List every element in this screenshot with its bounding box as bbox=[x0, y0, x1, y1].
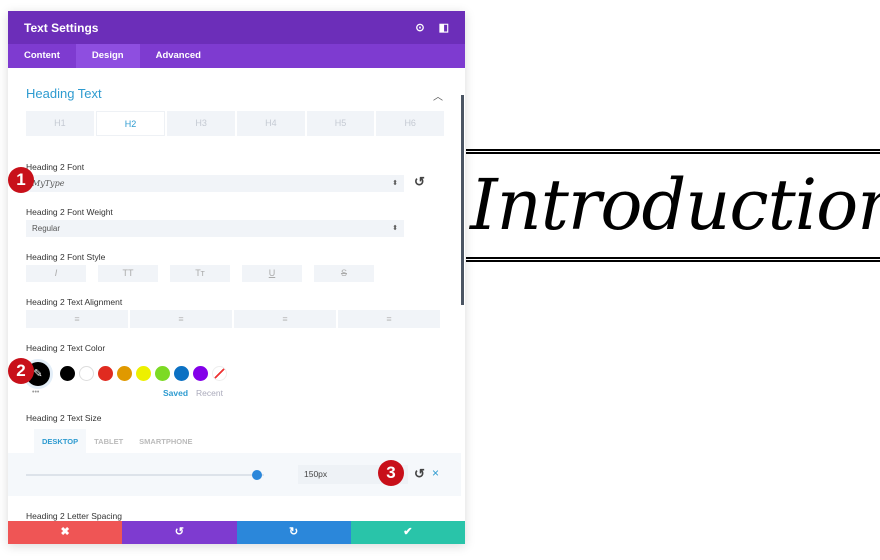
redo-button[interactable]: ↻ bbox=[236, 521, 351, 544]
device-tab-tablet[interactable]: TABLET bbox=[86, 429, 131, 454]
swatch-row bbox=[60, 366, 227, 381]
color-swatch[interactable] bbox=[79, 366, 94, 381]
saved-tab[interactable]: Saved bbox=[163, 388, 188, 398]
tab-advanced[interactable]: Advanced bbox=[140, 44, 217, 68]
heading-tab-h3[interactable]: H3 bbox=[167, 111, 236, 136]
color-swatch[interactable] bbox=[136, 366, 151, 381]
panel-header: Text Settings ⊙ ◧ bbox=[8, 11, 465, 44]
preview-text: Introduction bbox=[470, 164, 880, 246]
underline-button[interactable]: U bbox=[242, 265, 302, 282]
font-select[interactable]: MyType ⬍ bbox=[26, 175, 404, 192]
no-color-swatch[interactable] bbox=[212, 366, 227, 381]
alignment-label: Heading 2 Text Alignment bbox=[26, 297, 123, 307]
color-swatch[interactable] bbox=[60, 366, 75, 381]
slider-thumb[interactable] bbox=[251, 470, 262, 480]
preview-heading: Introduction bbox=[466, 149, 880, 262]
device-tab-smartphone[interactable]: SMARTPHONE bbox=[131, 429, 200, 454]
panel-title: Text Settings bbox=[24, 20, 99, 35]
select-arrow-icon: ⬍ bbox=[392, 225, 398, 232]
select-arrow-icon: ⬍ bbox=[392, 180, 398, 187]
section-title[interactable]: Heading Text bbox=[26, 86, 102, 101]
color-label: Heading 2 Text Color bbox=[26, 343, 106, 353]
device-tab-desktop[interactable]: DESKTOP bbox=[34, 429, 87, 454]
color-swatch[interactable] bbox=[117, 366, 132, 381]
heading-tab-h6[interactable]: H6 bbox=[376, 111, 445, 136]
reset-icon[interactable]: ↺ bbox=[414, 466, 425, 482]
italic-button[interactable]: I bbox=[26, 265, 86, 282]
step-badge-1: 1 bbox=[8, 167, 34, 193]
focus-icon[interactable]: ⊙ bbox=[415, 21, 424, 34]
color-swatch[interactable] bbox=[98, 366, 113, 381]
weight-label: Heading 2 Font Weight bbox=[26, 207, 113, 217]
capitalize-button[interactable]: Tт bbox=[170, 265, 230, 282]
heading-tab-h4[interactable]: H4 bbox=[237, 111, 305, 136]
uppercase-button[interactable]: TT bbox=[98, 265, 158, 282]
settings-panel: Text Settings ⊙ ◧ Content Design Advance… bbox=[8, 11, 465, 544]
weight-select[interactable]: Regular ⬍ bbox=[26, 220, 404, 237]
sidebar-toggle-icon[interactable]: ◧ bbox=[439, 21, 449, 34]
size-label: Heading 2 Text Size bbox=[26, 413, 102, 423]
tab-design[interactable]: Design bbox=[75, 44, 140, 68]
align-justify-button[interactable]: ≡ bbox=[338, 310, 440, 328]
font-value: MyType bbox=[32, 179, 65, 188]
color-swatch[interactable] bbox=[193, 366, 208, 381]
heading-tab-h1[interactable]: H1 bbox=[26, 111, 94, 136]
step-badge-3: 3 bbox=[378, 460, 404, 486]
save-button[interactable]: ✔ bbox=[350, 521, 465, 544]
strikethrough-button[interactable]: S bbox=[314, 265, 374, 282]
heading-tab-h5[interactable]: H5 bbox=[306, 111, 375, 136]
slider-track[interactable] bbox=[26, 474, 264, 476]
cancel-button[interactable]: ✖ bbox=[8, 521, 123, 544]
align-left-button[interactable]: ≡ bbox=[26, 310, 128, 328]
recent-tab[interactable]: Recent bbox=[196, 388, 223, 398]
scrollbar[interactable] bbox=[461, 95, 464, 305]
weight-value: Regular bbox=[32, 224, 61, 233]
color-swatch[interactable] bbox=[174, 366, 189, 381]
align-right-button[interactable]: ≡ bbox=[234, 310, 336, 328]
chevron-up-icon[interactable]: ︿ bbox=[433, 88, 443, 103]
tab-content[interactable]: Content bbox=[8, 44, 76, 68]
undo-button[interactable]: ↺ bbox=[122, 521, 237, 544]
heading-tab-h2[interactable]: H2 bbox=[95, 111, 166, 136]
font-label: Heading 2 Font bbox=[26, 162, 85, 172]
align-center-button[interactable]: ≡ bbox=[130, 310, 232, 328]
reset-icon[interactable]: ↺ bbox=[414, 174, 425, 190]
style-label: Heading 2 Font Style bbox=[26, 252, 106, 262]
step-badge-2: 2 bbox=[8, 358, 34, 384]
color-swatch[interactable] bbox=[155, 366, 170, 381]
letter-spacing-label: Heading 2 Letter Spacing bbox=[26, 511, 122, 521]
more-icon[interactable]: ••• bbox=[32, 389, 39, 396]
close-icon[interactable]: × bbox=[432, 466, 439, 480]
